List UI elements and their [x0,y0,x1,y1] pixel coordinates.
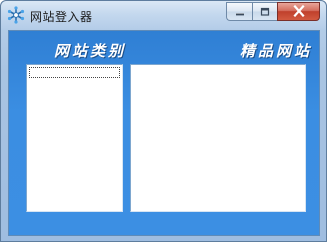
app-icon[interactable] [7,6,25,24]
sites-panel[interactable] [130,64,306,212]
window-controls [226,2,320,21]
client-area: 网站类别 精品网站 [8,30,320,236]
maximize-icon [259,2,271,21]
maximize-button[interactable] [252,2,277,21]
close-button[interactable] [277,2,320,21]
minimize-button[interactable] [226,2,252,21]
window-title: 网站登入器 [30,10,93,24]
category-listbox[interactable] [26,64,123,212]
title-bar[interactable]: 网站登入器 [1,1,326,30]
category-header: 网站类别 [54,42,127,60]
close-icon [292,2,306,21]
list-focus-item[interactable] [29,67,120,78]
minimize-icon [234,2,246,21]
app-window: 网站登入器 网站类别 精品网站 [0,0,327,242]
featured-sites-header: 精品网站 [240,42,313,60]
